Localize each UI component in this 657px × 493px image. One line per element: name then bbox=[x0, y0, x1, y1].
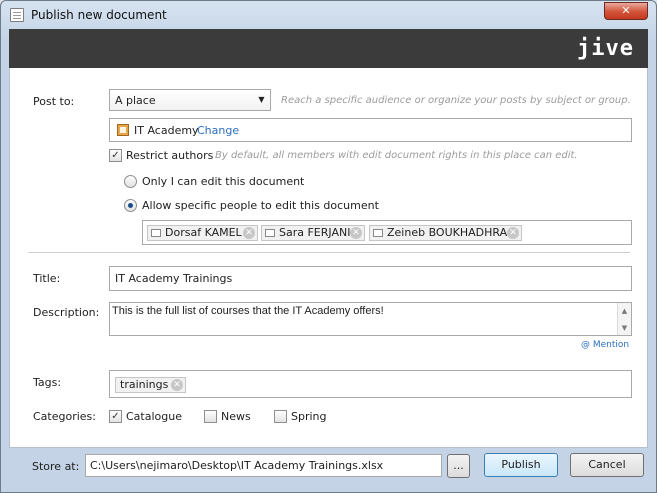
category-checkbox-catalogue[interactable]: ✓ bbox=[109, 410, 122, 423]
person-name: Zeineb BOUKHADHRA bbox=[387, 226, 508, 239]
user-card-icon bbox=[373, 229, 383, 237]
user-card-icon bbox=[265, 229, 275, 237]
browse-button[interactable]: ... bbox=[447, 454, 470, 478]
window-title: Publish new document bbox=[31, 8, 167, 22]
radio-specific-people-label: Allow specific people to edit this docum… bbox=[142, 199, 379, 212]
category-checkbox-news[interactable] bbox=[204, 410, 217, 423]
tags-label: Tags: bbox=[33, 376, 62, 389]
category-checkbox-spring[interactable] bbox=[274, 410, 287, 423]
post-to-select[interactable]: A place ▼ bbox=[109, 89, 271, 111]
radio-specific-people[interactable] bbox=[124, 199, 137, 212]
tags-input[interactable]: trainings ✕ bbox=[109, 370, 632, 398]
description-label: Description: bbox=[33, 306, 100, 319]
restrict-authors-hint: By default, all members with edit docume… bbox=[215, 150, 578, 161]
document-icon bbox=[10, 8, 24, 22]
categories-label: Categories: bbox=[33, 410, 96, 423]
radio-only-me-label: Only I can edit this document bbox=[142, 175, 305, 188]
cancel-button[interactable]: Cancel bbox=[570, 453, 644, 477]
remove-icon[interactable]: ✕ bbox=[350, 227, 362, 239]
description-textarea[interactable]: This is the full list of courses that th… bbox=[109, 302, 632, 336]
store-path-value: C:\Users\nejimaro\Desktop\IT Academy Tra… bbox=[90, 459, 384, 472]
post-to-label: Post to: bbox=[33, 95, 75, 108]
category-label-catalogue: Catalogue bbox=[126, 410, 182, 423]
description-scrollbar[interactable]: ▲ ▼ bbox=[617, 303, 631, 335]
user-card-icon bbox=[151, 229, 161, 237]
brand-header: jive bbox=[9, 29, 648, 68]
person-name: Sara FERJANI bbox=[279, 226, 351, 239]
people-field[interactable]: Dorsaf KAMEL ✕ Sara FERJANI ✕ Zeineb BOU… bbox=[142, 220, 632, 245]
section-divider bbox=[28, 252, 630, 253]
scroll-up-icon[interactable]: ▲ bbox=[618, 303, 631, 320]
chevron-down-icon: ▼ bbox=[258, 95, 265, 104]
category-label-news: News bbox=[221, 410, 251, 423]
title-bar[interactable]: Publish new document ✕ bbox=[1, 1, 656, 29]
restrict-authors-checkbox[interactable]: ✓ bbox=[109, 149, 122, 162]
remove-icon[interactable]: ✕ bbox=[171, 379, 183, 391]
close-button[interactable]: ✕ bbox=[604, 2, 648, 20]
store-at-label: Store at: bbox=[32, 460, 80, 473]
jive-logo: jive bbox=[577, 36, 634, 61]
category-label-spring: Spring bbox=[291, 410, 327, 423]
change-place-link[interactable]: Change bbox=[197, 124, 239, 137]
tag-token: trainings ✕ bbox=[115, 377, 186, 393]
place-field: IT Academy Change bbox=[109, 118, 632, 142]
person-token: Zeineb BOUKHADHRA ✕ bbox=[369, 225, 522, 241]
scroll-down-icon[interactable]: ▼ bbox=[618, 320, 631, 337]
place-icon bbox=[117, 124, 129, 136]
form-panel: Post to: A place ▼ Reach a specific audi… bbox=[9, 68, 648, 448]
description-value: This is the full list of courses that th… bbox=[112, 305, 384, 317]
title-label: Title: bbox=[33, 272, 61, 285]
store-path-input[interactable]: C:\Users\nejimaro\Desktop\IT Academy Tra… bbox=[85, 454, 442, 477]
title-value: IT Academy Trainings bbox=[115, 272, 233, 285]
place-name: IT Academy bbox=[134, 124, 199, 137]
radio-only-me[interactable] bbox=[124, 175, 137, 188]
publish-button[interactable]: Publish bbox=[484, 453, 558, 477]
remove-icon[interactable]: ✕ bbox=[507, 227, 519, 239]
post-to-hint: Reach a specific audience or organize yo… bbox=[281, 95, 631, 106]
tag-name: trainings bbox=[120, 378, 169, 391]
post-to-value: A place bbox=[115, 94, 156, 107]
publish-dialog: Publish new document ✕ jive Post to: A p… bbox=[0, 0, 657, 493]
person-token: Dorsaf KAMEL ✕ bbox=[147, 225, 258, 241]
restrict-authors-label: Restrict authors bbox=[126, 149, 214, 162]
title-input[interactable]: IT Academy Trainings bbox=[109, 266, 632, 291]
remove-icon[interactable]: ✕ bbox=[243, 227, 255, 239]
person-token: Sara FERJANI ✕ bbox=[261, 225, 365, 241]
mention-link[interactable]: @ Mention bbox=[581, 340, 629, 350]
person-name: Dorsaf KAMEL bbox=[165, 226, 242, 239]
